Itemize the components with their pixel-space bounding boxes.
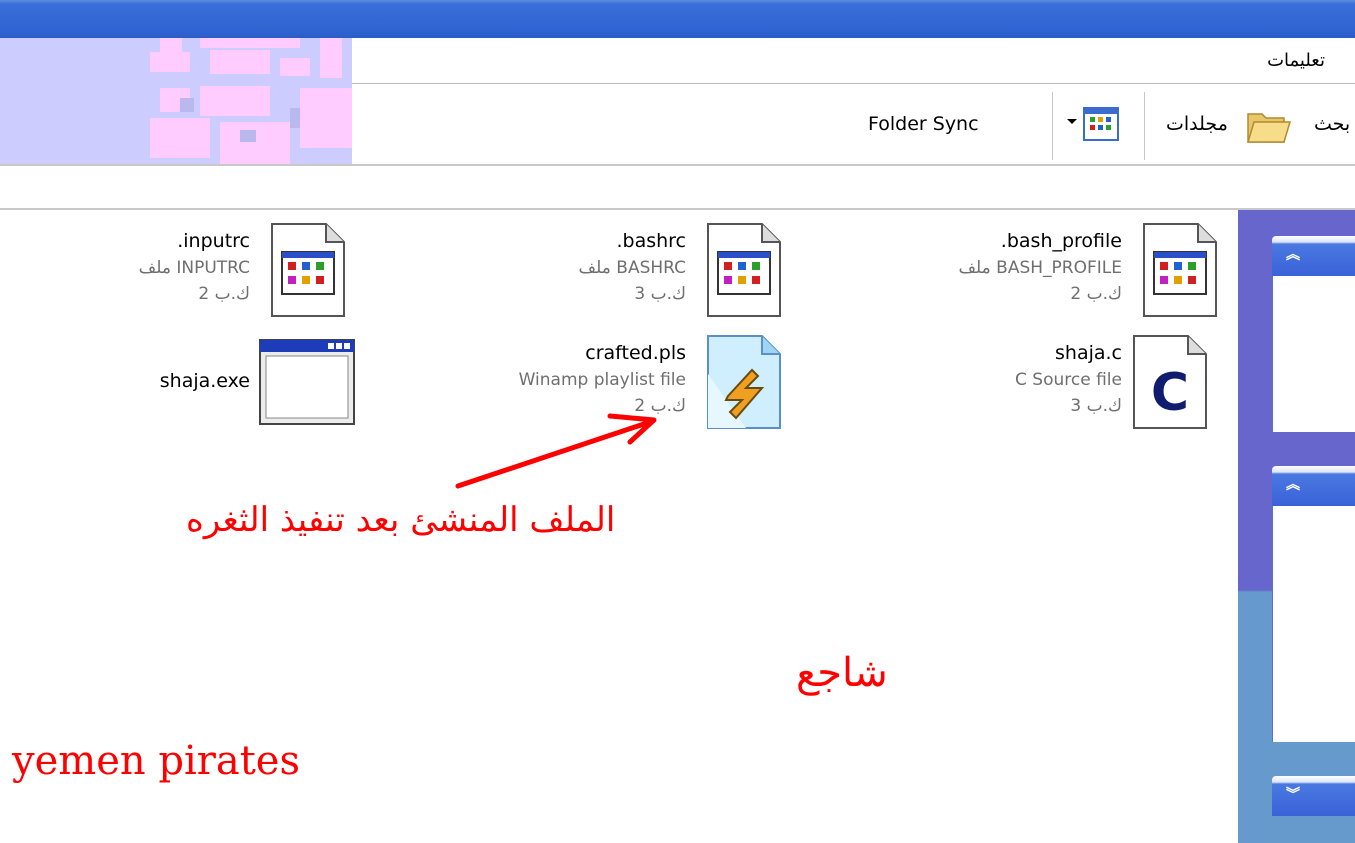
- file-size: 3 ك.ب: [1070, 396, 1122, 416]
- chevron-up-icon[interactable]: ︽: [1286, 476, 1304, 494]
- chevron-up-icon[interactable]: ︽: [1286, 246, 1304, 264]
- search-button[interactable]: بحث: [1314, 113, 1350, 135]
- winamp-playlist-icon: [706, 334, 782, 430]
- address-bar[interactable]: [0, 166, 1355, 210]
- folders-button[interactable]: مجلدات: [1166, 113, 1228, 135]
- annotation-created-file: الملف المنشئ بعد تنفيذ الثغره: [186, 500, 616, 540]
- folder-icon: [1244, 104, 1292, 148]
- settings-doc-icon: [1142, 222, 1218, 318]
- toolbar-separator: [1052, 92, 1053, 160]
- file-size: 2 ك.ب: [1070, 284, 1122, 304]
- window-title-bar[interactable]: [0, 0, 1355, 38]
- task-panel-header[interactable]: ︽: [1272, 466, 1355, 506]
- file-name: .bash_profile: [1000, 230, 1122, 252]
- file-name: .inputrc: [177, 230, 250, 252]
- toolbar-separator: [1144, 92, 1145, 160]
- folder-sync-button[interactable]: Folder Sync: [868, 113, 979, 135]
- svg-text:C: C: [1151, 363, 1189, 423]
- file-type: ملف BASH_PROFILE: [958, 258, 1122, 278]
- settings-doc-icon: [706, 222, 782, 318]
- annotation-author: شاجع: [796, 650, 888, 696]
- annotation-group: yemen pirates: [12, 738, 300, 784]
- file-item[interactable]: shaja.c C Source file 3 ك.ب C: [900, 334, 1230, 434]
- exe-window-icon: [258, 336, 356, 428]
- task-panel-header[interactable]: ︾: [1272, 776, 1355, 816]
- file-name: crafted.pls: [585, 342, 686, 364]
- settings-doc-icon: [270, 222, 346, 318]
- menu-help[interactable]: تعليمات: [1267, 50, 1325, 71]
- file-item[interactable]: .inputrc ملف INPUTRC 2 ك.ب: [40, 222, 370, 322]
- task-panel-body: [1272, 276, 1355, 432]
- file-item[interactable]: shaja.exe: [40, 334, 370, 434]
- file-type: ملف BASHRC: [578, 258, 686, 278]
- task-panel-body: [1272, 506, 1355, 742]
- file-item[interactable]: .bash_profile ملف BASH_PROFILE 2 ك.ب: [900, 222, 1230, 322]
- chevron-down-icon[interactable]: ︾: [1286, 786, 1304, 804]
- file-name: shaja.c: [1055, 342, 1122, 364]
- annotation-arrow-icon: [455, 413, 657, 489]
- file-type: Winamp playlist file: [518, 370, 686, 390]
- file-size: 3 ك.ب: [634, 284, 686, 304]
- chevron-down-icon: [1067, 119, 1077, 124]
- views-button[interactable]: [1063, 105, 1127, 141]
- file-type: ملف INPUTRC: [138, 258, 250, 278]
- c-source-icon: C: [1132, 334, 1208, 430]
- task-panel-header[interactable]: ︽: [1272, 236, 1355, 276]
- file-name: shaja.exe: [159, 370, 250, 392]
- file-item[interactable]: .bashrc ملف BASHRC 3 ك.ب: [470, 222, 800, 322]
- file-type: C Source file: [1015, 370, 1122, 390]
- file-size: 2 ك.ب: [198, 284, 250, 304]
- views-grid-icon: [1083, 107, 1119, 141]
- glitch-artifact: [0, 38, 352, 164]
- file-name: .bashrc: [616, 230, 686, 252]
